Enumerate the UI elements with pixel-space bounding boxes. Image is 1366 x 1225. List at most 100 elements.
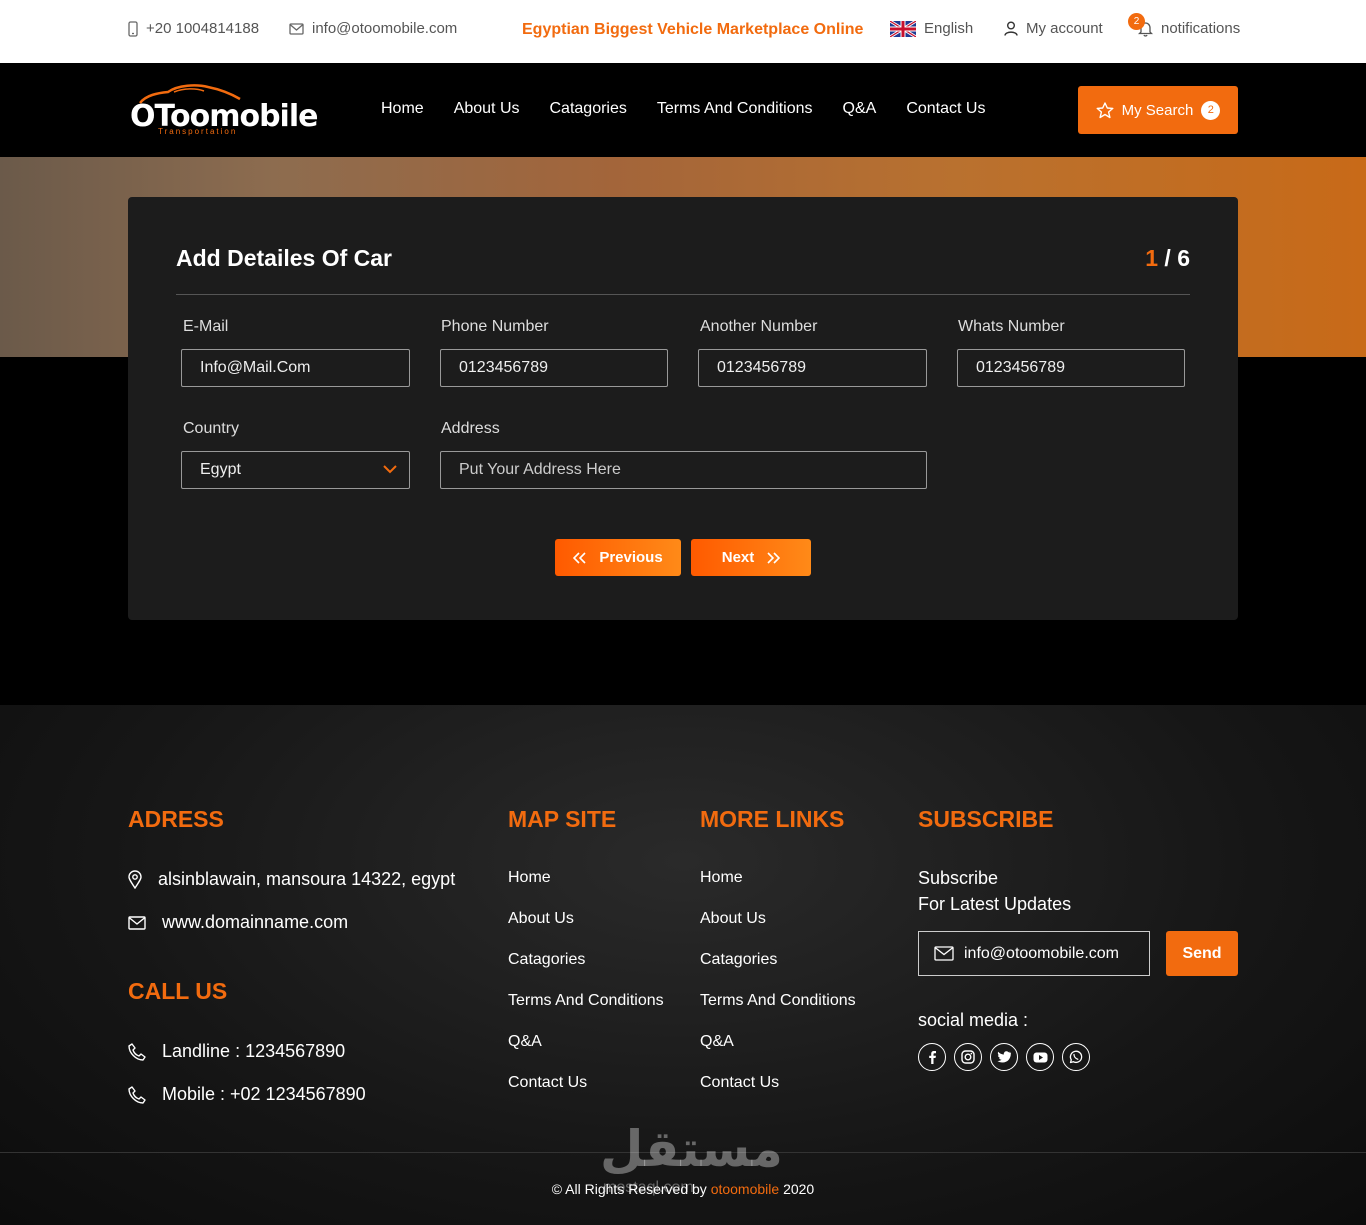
map-link-contact-us[interactable]: Contact Us [508, 1074, 664, 1115]
nav-contact-us[interactable]: Contact Us [906, 100, 985, 118]
step-current: 1 [1145, 245, 1159, 271]
more-link-categories[interactable]: Catagories [700, 951, 856, 992]
phone-contact[interactable]: +20 1004814188 [128, 20, 259, 37]
more-link-qa[interactable]: Q&A [700, 1033, 856, 1074]
my-search-badge: 2 [1201, 100, 1221, 120]
mobile-text: Mobile : +02 1234567890 [162, 1084, 366, 1104]
subscribe-line-2: For Latest Updates [918, 894, 1072, 914]
facebook-icon[interactable] [918, 1043, 946, 1071]
map-link-categories[interactable]: Catagories [508, 951, 664, 992]
form-divider [176, 294, 1190, 295]
email-label: E-Mail [183, 318, 229, 335]
landline-text: Landline : 1234567890 [162, 1041, 346, 1061]
logo-subtitle: Transportation [158, 127, 238, 136]
address-placeholder: Put Your Address Here [459, 461, 621, 478]
language-text: English [924, 20, 974, 37]
phone-icon [128, 1042, 146, 1061]
previous-button[interactable]: Previous [555, 539, 681, 576]
map-link-about-us[interactable]: About Us [508, 910, 664, 951]
address-row: alsinblawain, mansoura 14322, egypt [128, 869, 455, 890]
address-input[interactable]: Put Your Address Here [440, 451, 927, 489]
chevron-down-icon [383, 465, 397, 474]
whatsapp-icon[interactable] [1062, 1043, 1090, 1071]
map-link-qa[interactable]: Q&A [508, 1033, 664, 1074]
my-search-button[interactable]: My Search 2 [1078, 86, 1238, 134]
envelope-icon [128, 915, 146, 930]
main-navbar: OToomobile Transportation Home About Us … [0, 63, 1366, 157]
whats-number-field[interactable]: 0123456789 [957, 349, 1185, 387]
email-value: Info@Mail.Com [200, 359, 311, 376]
phone-icon [128, 1085, 146, 1104]
next-button[interactable]: Next [691, 539, 811, 576]
youtube-icon[interactable] [1026, 1043, 1054, 1071]
mobile-icon [128, 20, 138, 37]
copyright-prefix: © All Rights Reserved by [551, 1181, 711, 1197]
main-nav: Home About Us Catagories Terms And Condi… [381, 100, 985, 118]
map-link-home[interactable]: Home [508, 869, 664, 910]
map-site-list: Home About Us Catagories Terms And Condi… [508, 869, 664, 1115]
another-number-field[interactable]: 0123456789 [698, 349, 927, 387]
nav-categories[interactable]: Catagories [550, 100, 627, 118]
subscribe-line-1: Subscribe [918, 868, 999, 888]
social-media-label: social media : [918, 1010, 1029, 1030]
another-number-label: Another Number [700, 318, 818, 335]
copyright-year: 2020 [779, 1181, 815, 1197]
more-link-contact-us[interactable]: Contact Us [700, 1074, 856, 1115]
phone-field[interactable]: 0123456789 [440, 349, 668, 387]
more-links-list: Home About Us Catagories Terms And Condi… [700, 869, 856, 1115]
my-search-label: My Search [1121, 101, 1194, 119]
location-pin-icon [128, 870, 142, 889]
country-label: Country [183, 420, 240, 437]
watermark: مستقل [600, 1120, 783, 1178]
more-link-terms[interactable]: Terms And Conditions [700, 992, 856, 1033]
mobile-row[interactable]: Mobile : +02 1234567890 [128, 1084, 366, 1105]
car-details-form: Add Detailes Of Car 1 / 6 E-Mail Info@Ma… [128, 197, 1238, 620]
email-contact[interactable]: info@otoomobile.com [289, 20, 457, 37]
nav-qa[interactable]: Q&A [843, 100, 877, 118]
top-bar: +20 1004814188 info@otoomobile.com Egypt… [0, 0, 1366, 63]
map-site-heading: MAP SITE [508, 806, 617, 832]
notifications-text: notifications [1161, 20, 1241, 37]
next-label: Next [721, 549, 755, 566]
previous-label: Previous [599, 549, 663, 566]
more-links-heading: MORE LINKS [700, 806, 845, 832]
call-us-heading: CALL US [128, 978, 228, 1004]
double-chevron-right-icon [767, 551, 781, 564]
twitter-icon[interactable] [990, 1043, 1018, 1071]
address-heading: ADRESS [128, 806, 224, 832]
notifications-badge: 2 [1128, 12, 1145, 30]
subscribe-heading: SUBSCRIBE [918, 806, 1054, 832]
another-number-value: 0123456789 [717, 359, 806, 376]
notifications-link[interactable]: 2 notifications [1128, 12, 1241, 37]
user-icon [1004, 21, 1018, 36]
form-title: Add Detailes Of Car [176, 245, 392, 271]
uk-flag-icon [890, 20, 916, 37]
subscribe-email-input[interactable]: info@otoomobile.com [918, 931, 1150, 976]
email-field[interactable]: Info@Mail.Com [181, 349, 410, 387]
country-select[interactable]: Egypt [181, 451, 410, 489]
language-selector[interactable]: English [890, 20, 973, 37]
send-button[interactable]: Send [1166, 931, 1238, 976]
country-value: Egypt [200, 461, 241, 478]
site-footer: ADRESS alsinblawain, mansoura 14322, egy… [0, 705, 1366, 1225]
nav-about-us[interactable]: About Us [454, 100, 520, 118]
more-link-home[interactable]: Home [700, 869, 856, 910]
copyright-brand[interactable]: otoomobile [711, 1181, 780, 1197]
phone-text: +20 1004814188 [146, 20, 260, 37]
instagram-icon[interactable] [954, 1043, 982, 1071]
double-chevron-left-icon [573, 551, 586, 564]
star-icon [1096, 101, 1114, 118]
address-text: alsinblawain, mansoura 14322, egypt [158, 869, 456, 889]
website-row[interactable]: www.domainname.com [128, 912, 348, 933]
step-total: / 6 [1158, 245, 1190, 271]
site-logo[interactable]: OToomobile Transportation [130, 83, 318, 138]
phone-value: 0123456789 [459, 359, 548, 376]
more-link-about-us[interactable]: About Us [700, 910, 856, 951]
my-account-link[interactable]: My account [1004, 20, 1103, 37]
nav-terms[interactable]: Terms And Conditions [657, 100, 813, 118]
email-text: info@otoomobile.com [312, 20, 458, 37]
subscribe-email-value: info@otoomobile.com [964, 944, 1119, 962]
nav-home[interactable]: Home [381, 100, 424, 118]
landline-row[interactable]: Landline : 1234567890 [128, 1041, 345, 1062]
map-link-terms[interactable]: Terms And Conditions [508, 992, 664, 1033]
